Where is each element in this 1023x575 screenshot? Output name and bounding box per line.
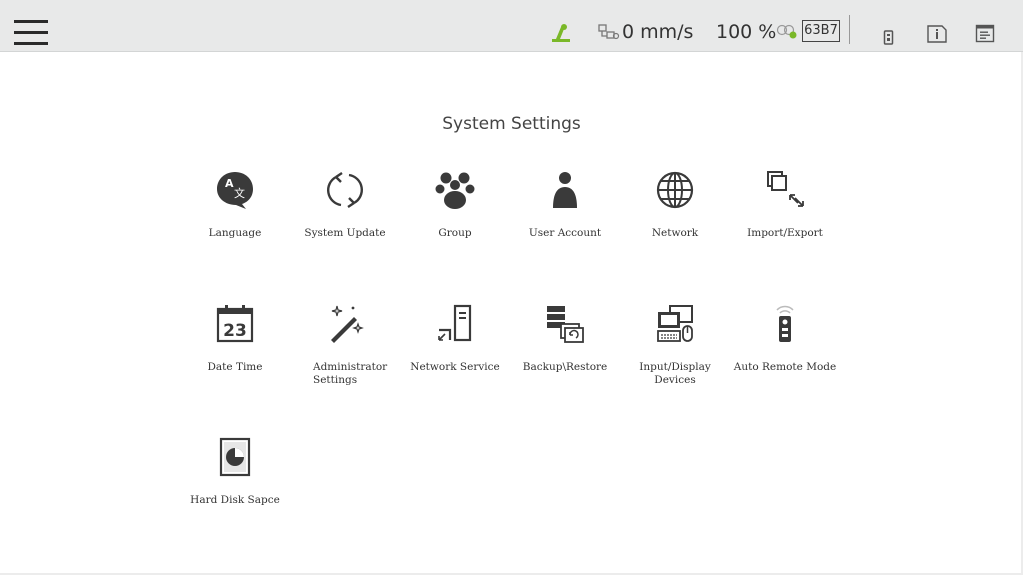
tile-group[interactable]: Group [400, 170, 510, 270]
tile-user-account[interactable]: User Account [510, 170, 620, 270]
remote-pendant-icon[interactable] [883, 30, 895, 46]
tile-date-time[interactable]: 23 Date Time [180, 304, 290, 404]
speed-icon [598, 24, 620, 40]
input-display-devices-icon [657, 305, 693, 342]
tile-label: Auto Remote Mode [733, 361, 837, 373]
tile-label: Administrator Settings [313, 361, 388, 386]
import-export-icon [767, 171, 804, 207]
tool-connection-icon [776, 24, 797, 39]
speed-override-readout[interactable]: 100 % [716, 20, 776, 44]
magic-wand-icon [331, 305, 364, 343]
tile-label: Backup\Restore [522, 361, 608, 373]
tile-label: Network [651, 227, 699, 239]
status-divider [849, 15, 850, 44]
log-icon[interactable] [975, 24, 995, 44]
calendar-icon: 23 [216, 305, 254, 343]
tile-label: Date Time [207, 361, 263, 373]
robot-arm-status-icon[interactable] [548, 22, 574, 44]
tile-label: System Update [304, 227, 386, 239]
tile-label: Group [438, 227, 472, 239]
page-title: System Settings [442, 114, 581, 134]
group-icon [435, 172, 475, 209]
tile-label: Import/Export [747, 227, 823, 239]
auto-remote-mode-icon [776, 305, 794, 342]
backup-restore-icon [547, 306, 584, 343]
tile-auto-remote-mode[interactable]: Auto Remote Mode [730, 304, 840, 404]
tile-label: Network Service [410, 361, 500, 373]
hamburger-menu-icon[interactable] [14, 20, 48, 46]
system-update-icon [327, 172, 363, 208]
svg-text:文: 文 [234, 186, 245, 200]
top-status-bar: 0 mm/s 100 % 63B7 [0, 0, 1023, 52]
tile-input-display-devices[interactable]: Input/Display Devices [620, 304, 730, 404]
tile-import-export[interactable]: Import/Export [730, 170, 840, 270]
svg-text:A: A [225, 177, 234, 190]
tool-id-badge[interactable]: 63B7 [802, 20, 840, 42]
tile-language[interactable]: A 文 Language [180, 170, 290, 270]
user-account-icon [553, 172, 577, 208]
speed-readout: 0 mm/s [622, 21, 694, 43]
tile-administrator-settings[interactable]: Administrator Settings [290, 304, 400, 404]
tile-label: Input/Display Devices [639, 361, 711, 386]
hard-disk-icon [219, 437, 251, 477]
tile-backup-restore[interactable]: Backup\Restore [510, 304, 620, 404]
tile-hard-disk-space[interactable]: Hard Disk Sapce [180, 437, 290, 537]
info-icon[interactable] [926, 24, 948, 44]
tile-label: Language [208, 227, 262, 239]
network-globe-icon [656, 171, 694, 209]
tile-system-update[interactable]: System Update [290, 170, 400, 270]
tile-network-service[interactable]: Network Service [400, 304, 510, 404]
tile-label: User Account [528, 227, 602, 239]
language-icon: A 文 [217, 172, 253, 209]
tile-label: Hard Disk Sapce [190, 494, 280, 506]
calendar-day: 23 [223, 321, 247, 341]
network-service-icon [438, 304, 472, 342]
tile-network[interactable]: Network [620, 170, 730, 270]
